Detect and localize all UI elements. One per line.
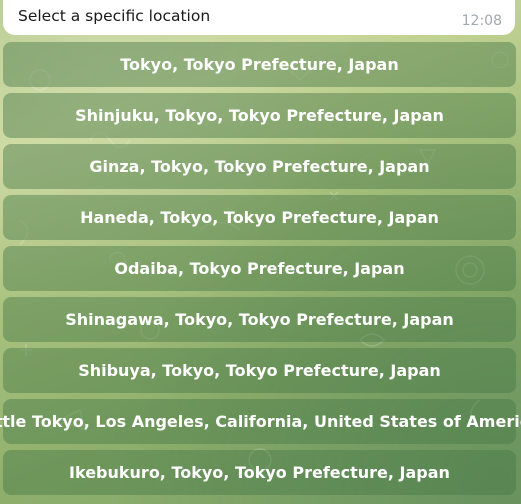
button-label: Little Tokyo, Los Angeles, California, U… [0,412,521,431]
message-text: Select a specific location [18,7,211,25]
location-button-tokyo[interactable]: Tokyo, Tokyo Prefecture, Japan [3,42,516,87]
location-button-ginza[interactable]: Ginza, Tokyo, Tokyo Prefecture, Japan [3,144,516,189]
button-label: Tokyo, Tokyo Prefecture, Japan [120,55,399,74]
inline-keyboard: Tokyo, Tokyo Prefecture, Japan Shinjuku,… [0,42,521,501]
location-button-odaiba[interactable]: Odaiba, Tokyo Prefecture, Japan [3,246,516,291]
message-timestamp: 12:08 [461,13,502,29]
location-button-haneda[interactable]: Haneda, Tokyo, Tokyo Prefecture, Japan [3,195,516,240]
bot-message-bubble: Select a specific location 12:08 [3,0,515,35]
button-label: Odaiba, Tokyo Prefecture, Japan [114,259,405,278]
button-label: Shinjuku, Tokyo, Tokyo Prefecture, Japan [75,106,444,125]
location-button-shibuya[interactable]: Shibuya, Tokyo, Tokyo Prefecture, Japan [3,348,516,393]
button-label: Haneda, Tokyo, Tokyo Prefecture, Japan [80,208,439,227]
button-label: Ikebukuro, Tokyo, Tokyo Prefecture, Japa… [69,463,450,482]
location-button-shinjuku[interactable]: Shinjuku, Tokyo, Tokyo Prefecture, Japan [3,93,516,138]
location-button-ikebukuro[interactable]: Ikebukuro, Tokyo, Tokyo Prefecture, Japa… [3,450,516,495]
location-button-shinagawa[interactable]: Shinagawa, Tokyo, Tokyo Prefecture, Japa… [3,297,516,342]
button-label: Shibuya, Tokyo, Tokyo Prefecture, Japan [78,361,441,380]
button-label: Shinagawa, Tokyo, Tokyo Prefecture, Japa… [65,310,454,329]
button-label: Ginza, Tokyo, Tokyo Prefecture, Japan [89,157,430,176]
location-button-little-tokyo[interactable]: Little Tokyo, Los Angeles, California, U… [0,399,521,444]
